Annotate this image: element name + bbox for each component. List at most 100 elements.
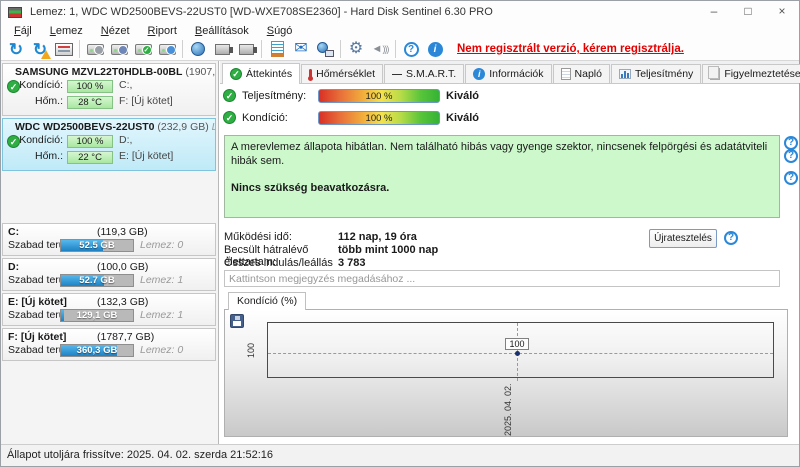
help-icon[interactable]: ?	[784, 171, 798, 185]
partition-disk-index: Lemez: 1	[140, 274, 184, 286]
disk-schedule-button[interactable]	[107, 38, 131, 60]
disk-icon	[110, 43, 128, 55]
disk-detect-button[interactable]	[83, 38, 107, 60]
notepad-icon	[270, 41, 284, 57]
stat-label: Működési idő:	[224, 231, 292, 243]
maximize-button[interactable]: □	[731, 1, 765, 23]
tab-alerts[interactable]: Figyelmeztetések	[702, 64, 800, 83]
disk-index: Lemez: 1	[212, 121, 215, 133]
menu-report[interactable]: Riport	[139, 25, 186, 37]
free-space-value: 360,3 GB	[76, 345, 118, 356]
sounds-button[interactable]: ◄)))	[368, 38, 392, 60]
menu-help[interactable]: Súgó	[258, 25, 302, 37]
minimize-button[interactable]: –	[697, 1, 731, 23]
disk-test-button[interactable]	[155, 38, 179, 60]
condition-rating: Kiváló	[446, 112, 480, 124]
menu-disk[interactable]: Lemez	[41, 25, 92, 37]
tab-smart[interactable]: — S.M.A.R.T.	[384, 64, 465, 83]
disk-sidebar: SAMSUNG MZVL22T0HDLB-00BL (1907,7 GB) Le…	[1, 61, 219, 444]
partition-name: D:	[8, 261, 20, 273]
info-icon: i	[427, 41, 443, 57]
toolbar-separator	[182, 40, 183, 58]
settings-button[interactable]: ⚙	[344, 38, 368, 60]
performance-label: Teljesítmény:	[242, 90, 307, 102]
disk-icon	[86, 43, 104, 55]
hdd-details-button[interactable]	[52, 38, 76, 60]
gear-icon: ⚙	[348, 40, 364, 57]
menu-settings[interactable]: Beállítások	[186, 25, 258, 37]
partition-card-c[interactable]: C: (119,3 GB) Szabad terület 52.5 GB Leme…	[2, 223, 216, 256]
condition-graph-tab[interactable]: Kondíció (%)	[228, 292, 307, 310]
network-status-button[interactable]	[313, 38, 337, 60]
performance-rating: Kiváló	[446, 90, 480, 102]
tab-information[interactable]: i Információk	[465, 64, 552, 83]
tab-label: S.M.A.R.T.	[406, 68, 457, 80]
partition-card-e[interactable]: E: [Új kötet] (132,3 GB) Szabad terület 1…	[2, 293, 216, 326]
disk-name: WDC WD2500BEVS-22UST0	[15, 121, 155, 133]
menu-file[interactable]: Fájl	[5, 25, 41, 37]
detect-badge-icon	[93, 44, 104, 55]
temperature-label: Hőm.:	[34, 95, 63, 107]
free-space-value: 52.7 GB	[79, 275, 115, 286]
esata-disk-button[interactable]	[234, 38, 258, 60]
grid-hline	[268, 353, 773, 354]
menu-bar: Fájl Lemez Nézet Riport Beállítások Súgó	[1, 23, 799, 38]
disk-size: (232,9 GB)	[157, 121, 209, 133]
reanalyse-button[interactable]: ↻	[28, 38, 52, 60]
tab-log[interactable]: Napló	[552, 64, 610, 83]
partition-card-f[interactable]: F: [Új kötet] (1787,7 GB) Szabad terület …	[2, 328, 216, 361]
toolbar: ↻ ↻ ✓ ✉ ⚙ ◄))) ? i Nem regisztrált verzi…	[1, 38, 799, 61]
registration-link[interactable]: Nem regisztrált verzió, kérem regisztrál…	[457, 43, 684, 55]
disk-card-samsung[interactable]: SAMSUNG MZVL22T0HDLB-00BL (1907,7 GB) Le…	[2, 63, 216, 116]
envelope-icon: ✉	[294, 40, 308, 57]
email-report-button[interactable]: ✉	[289, 38, 313, 60]
speaker-icon: ◄	[371, 43, 383, 55]
volume-label: C:,	[119, 79, 133, 91]
tab-performance[interactable]: Teljesítmény	[610, 64, 702, 83]
clock-badge-icon	[117, 44, 128, 55]
temperature-label: Hőm.:	[34, 150, 63, 162]
refresh-icon: ↻	[8, 39, 24, 59]
partition-card-d[interactable]: D: (100,0 GB) Szabad terület 52.7 GB Leme…	[2, 258, 216, 291]
help-icon[interactable]: ?	[784, 149, 798, 163]
usb-disk-button[interactable]	[210, 38, 234, 60]
report-button[interactable]	[265, 38, 289, 60]
menu-view[interactable]: Nézet	[92, 25, 139, 37]
sound-waves-icon: )))	[382, 44, 389, 54]
partition-name: C:	[8, 226, 20, 238]
info-button[interactable]: i	[423, 38, 447, 60]
toolbar-separator	[79, 40, 80, 58]
data-point	[515, 351, 520, 356]
close-button[interactable]: ×	[765, 1, 799, 23]
check-badge-icon: ✓	[141, 44, 152, 55]
ok-icon: ✓	[223, 111, 236, 124]
retest-button[interactable]: Újratesztelés	[649, 229, 717, 248]
check-icon: ✓	[230, 68, 242, 80]
free-space-bar: 360,3 GB	[60, 344, 134, 357]
help-icon[interactable]: ?	[784, 136, 798, 150]
tab-temperature[interactable]: Hőmérséklet	[301, 64, 384, 83]
partition-name: E: [Új kötet]	[8, 296, 67, 308]
disk-card-wdc-selected[interactable]: WDC WD2500BEVS-22UST0 (232,9 GB) Lemez: …	[2, 118, 216, 171]
network-disk-button[interactable]	[186, 38, 210, 60]
disk-accept-button[interactable]: ✓	[131, 38, 155, 60]
tab-overview[interactable]: ✓ Áttekintés	[222, 63, 301, 84]
help-icon[interactable]: ?	[724, 231, 738, 245]
graph-plot-area: 100	[267, 322, 774, 381]
main-panel: ✓ Áttekintés Hőmérséklet — S.M.A.R.T. i Inf…	[220, 61, 800, 444]
pages-icon	[708, 66, 721, 80]
document-icon	[560, 68, 571, 80]
condition-label: Kondíció:	[19, 134, 63, 146]
monitor-icon	[324, 49, 334, 57]
health-status-box: A merevlemez állapota hibátlan. Nem talá…	[224, 135, 780, 218]
refresh-button[interactable]: ↻	[4, 38, 28, 60]
globe-icon	[191, 42, 205, 56]
tab-label: Figyelmeztetések	[724, 68, 800, 80]
stat-value: 112 nap, 19 óra	[338, 231, 417, 243]
help-button[interactable]: ?	[399, 38, 423, 60]
condition-graph-panel: 100 100 2025. 04. 02.	[224, 309, 788, 437]
comment-input[interactable]	[224, 270, 780, 287]
save-graph-icon[interactable]	[230, 314, 244, 328]
volume-label: F: [Új kötet]	[119, 95, 173, 107]
performance-row: ✓ Teljesítmény: 100 % Kiváló	[223, 89, 799, 104]
